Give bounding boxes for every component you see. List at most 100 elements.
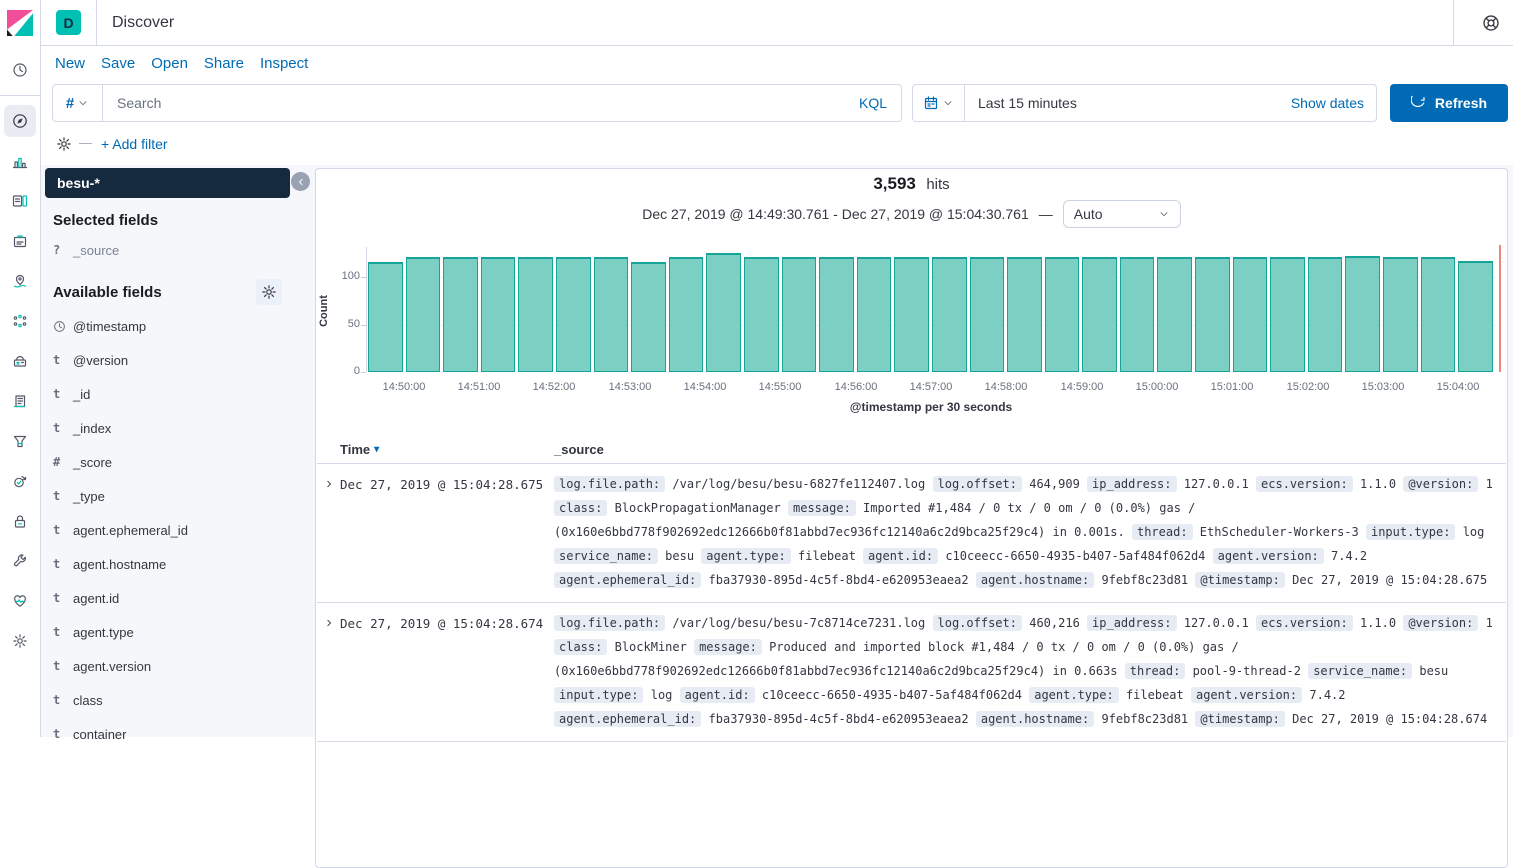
nav-item-stack-monitoring[interactable] (4, 585, 36, 617)
field-item-agent.hostname[interactable]: tagent.hostname (45, 547, 290, 581)
help-icon[interactable] (1469, 0, 1513, 45)
x-tick-label: 15:02:00 (1268, 381, 1348, 393)
menu-new[interactable]: New (55, 55, 85, 72)
field-item-agent.ephemeral_id[interactable]: tagent.ephemeral_id (45, 513, 290, 547)
field-item-container[interactable]: tcontainer (45, 717, 290, 751)
histogram-bar-12[interactable] (819, 257, 854, 372)
histogram-bar-23[interactable] (1233, 257, 1268, 372)
histogram-bar-9[interactable] (706, 253, 741, 372)
string-field-type-icon: t (53, 693, 73, 707)
nav-item-siem[interactable] (4, 505, 36, 537)
nav-item-dashboard[interactable] (4, 185, 36, 217)
histogram-bar-21[interactable] (1157, 257, 1192, 372)
histogram-bar-8[interactable] (669, 257, 704, 372)
histogram-bar-16[interactable] (970, 257, 1005, 372)
histogram-bar-18[interactable] (1045, 257, 1080, 372)
field-value: besu (665, 549, 694, 563)
histogram-bar-13[interactable] (857, 257, 892, 372)
logs-doc-icon (12, 393, 28, 409)
expand-row-button[interactable] (317, 472, 340, 592)
field-item-agent.type[interactable]: tagent.type (45, 615, 290, 649)
field-item-_score[interactable]: #_score (45, 445, 290, 479)
show-dates-button[interactable]: Show dates (1291, 95, 1376, 111)
histogram-bar-29[interactable] (1458, 261, 1493, 372)
search-input[interactable] (103, 95, 859, 111)
nav-item-uptime[interactable] (4, 465, 36, 497)
field-item-@version[interactable]: t@version (45, 343, 290, 377)
menu-save[interactable]: Save (101, 55, 135, 72)
field-key-badge: service_name: (1308, 663, 1412, 679)
nav-item-metrics[interactable] (4, 345, 36, 377)
refresh-button[interactable]: Refresh (1390, 84, 1508, 122)
chevron-left-icon (295, 176, 307, 188)
menu-inspect[interactable]: Inspect (260, 55, 308, 72)
histogram-bar-4[interactable] (518, 257, 553, 372)
nav-item-dev-tools[interactable] (4, 545, 36, 577)
field-value: 7.4.2 (1331, 549, 1367, 563)
histogram-bar-27[interactable] (1383, 257, 1418, 372)
field-value: 460,216 (1029, 616, 1080, 630)
histogram-bar-24[interactable] (1270, 257, 1305, 372)
nav-item-visualize[interactable] (4, 145, 36, 177)
field-value: c10ceecc-6650-4935-b407-5af484f062d4 (945, 549, 1205, 563)
histogram-bar-28[interactable] (1421, 257, 1456, 372)
field-value: 9febf8c23d81 (1101, 712, 1188, 726)
field-item-_source[interactable]: ?_source (45, 233, 290, 267)
field-item-class[interactable]: tclass (45, 683, 290, 717)
histogram-bar-22[interactable] (1195, 257, 1230, 372)
query-language-button[interactable]: KQL (859, 95, 901, 111)
histogram-bar-10[interactable] (744, 257, 779, 372)
nav-item-recently-viewed[interactable] (4, 54, 36, 86)
breadcrumb-app-badge[interactable]: D (56, 10, 81, 35)
saved-query-menu-button[interactable]: # (53, 85, 103, 121)
histogram-bar-11[interactable] (782, 257, 817, 372)
filter-options-gear-icon[interactable] (56, 136, 72, 152)
histogram-bar-25[interactable] (1308, 257, 1343, 372)
nav-item-logs[interactable] (4, 385, 36, 417)
field-value: c10ceecc-6650-4935-b407-5af484f062d4 (762, 688, 1022, 702)
histogram-bar-2[interactable] (443, 257, 478, 372)
histogram-bar-14[interactable] (894, 257, 929, 372)
expand-row-button[interactable] (317, 611, 340, 731)
collapse-sidebar-button[interactable] (291, 172, 310, 191)
field-settings-gear-icon[interactable] (256, 279, 282, 305)
nav-item-management[interactable] (4, 625, 36, 657)
field-item-_type[interactable]: t_type (45, 479, 290, 513)
histogram-bar-3[interactable] (481, 257, 516, 372)
string-field-type-icon: t (53, 353, 73, 367)
nav-item-apm[interactable] (4, 425, 36, 457)
nav-item-discover[interactable] (4, 105, 36, 137)
nav-item-machine-learning[interactable] (4, 305, 36, 337)
time-column-header[interactable]: Time ▾ (340, 442, 554, 457)
interval-select[interactable]: Auto (1063, 200, 1181, 228)
histogram-bar-1[interactable] (406, 257, 441, 372)
calendar-menu-button[interactable] (913, 85, 965, 121)
index-pattern-selector[interactable]: besu-* (45, 168, 290, 198)
field-key-badge: ecs.version: (1256, 476, 1353, 492)
field-item-agent.id[interactable]: tagent.id (45, 581, 290, 615)
histogram-bar-6[interactable] (594, 257, 629, 372)
histogram-bar-17[interactable] (1007, 257, 1042, 372)
histogram-bar-26[interactable] (1345, 256, 1380, 372)
histogram-bar-5[interactable] (556, 257, 591, 372)
menu-open[interactable]: Open (151, 55, 188, 72)
field-item-_index[interactable]: t_index (45, 411, 290, 445)
nav-item-maps[interactable] (4, 265, 36, 297)
add-filter-button[interactable]: + Add filter (101, 136, 168, 152)
histogram-bar-20[interactable] (1120, 257, 1155, 372)
time-range-value[interactable]: Last 15 minutes (965, 95, 1077, 111)
row-source: log.file.path: /var/log/besu/besu-6827fe… (554, 472, 1506, 592)
sort-desc-icon[interactable]: ▾ (374, 444, 379, 455)
field-item-@timestamp[interactable]: @timestamp (45, 309, 290, 343)
histogram-bar-19[interactable] (1082, 257, 1117, 372)
kibana-logo-icon[interactable] (7, 9, 33, 37)
menu-share[interactable]: Share (204, 55, 244, 72)
histogram-bar-7[interactable] (631, 262, 666, 372)
nav-item-canvas[interactable] (4, 225, 36, 257)
x-tick-label: 15:03:00 (1343, 381, 1423, 393)
field-item-_id[interactable]: t_id (45, 377, 290, 411)
histogram-bar-15[interactable] (932, 257, 967, 372)
histogram-bar-0[interactable] (368, 262, 403, 372)
table-row: Dec 27, 2019 @ 15:04:28.675log.file.path… (317, 464, 1506, 603)
field-item-agent.version[interactable]: tagent.version (45, 649, 290, 683)
